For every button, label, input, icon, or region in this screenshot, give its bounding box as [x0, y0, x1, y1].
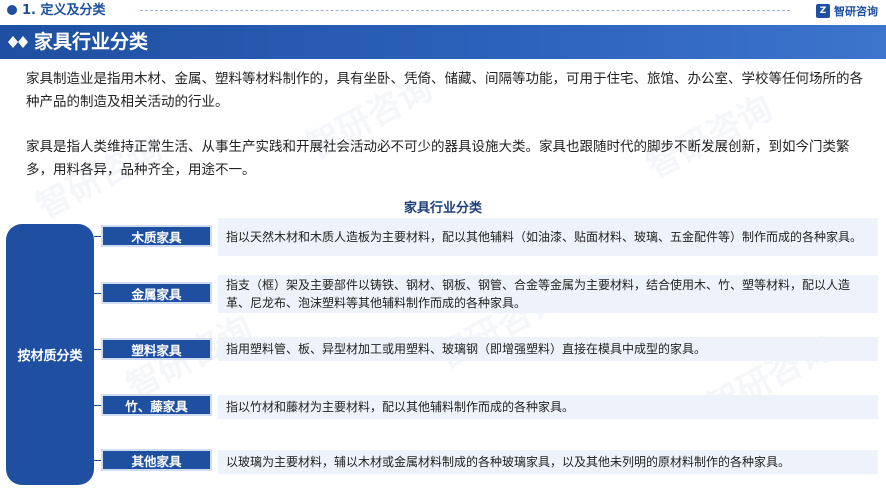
description-text: 指支（框）架及主要部件以铸铁、钢材、钢板、钢管、合金等金属为主要材料，结合使用木…: [226, 278, 851, 310]
brand-logo: Z 智研咨询: [816, 3, 878, 19]
title-banner: 家具行业分类: [0, 25, 886, 59]
section-dot-icon: [7, 5, 17, 15]
intro-paragraph-1: 家具制造业是指用木材、金属、塑料等材料制作的，具有坐卧、凭倚、储藏、间隔等功能，…: [26, 71, 863, 110]
brand-logo-text: 智研咨询: [834, 5, 878, 18]
top-header: 1. 定义及分类 Z 智研咨询: [0, 0, 886, 22]
category-metal: 金属家具: [101, 282, 212, 304]
category-description-plastic: 指用塑料管、板、异型材加工或用塑料、玻璃钢（即增强塑料）直接在模具中成型的家具。: [218, 337, 878, 361]
section-title: 1. 定义及分类: [22, 3, 106, 18]
brand-logo-mark: Z: [816, 4, 830, 18]
category-wood: 木质家具: [101, 225, 212, 247]
category-description-bamboo-rattan: 指以竹材和藤材为主要材料，配以其他辅料制作而成的各种家具。: [218, 395, 878, 419]
category-description-other: 以玻璃为主要材料，辅以木材或金属材料制成的各种玻璃家具，以及其他未列明的原材料制…: [218, 450, 878, 474]
group-box-material: 按材质分类: [6, 224, 94, 485]
description-text: 指以竹材和藤材为主要材料，配以其他辅料制作而成的各种家具。: [226, 400, 575, 414]
double-diamond-icon: [8, 36, 28, 48]
category-label: 塑料家具: [131, 342, 182, 358]
category-plastic: 塑料家具: [101, 338, 212, 360]
page-title: 家具行业分类: [34, 31, 149, 53]
description-text: 指以天然木材和木质人造板为主要材料，配以其他辅料（如油漆、贴面材料、玻璃、五金配…: [226, 230, 863, 244]
category-bamboo-rattan: 竹、藤家具: [101, 394, 212, 416]
category-description-metal: 指支（框）架及主要部件以铸铁、钢材、钢板、钢管、合金等金属为主要材料，结合使用木…: [218, 275, 878, 313]
intro-paragraph-2: 家具是指人类维持正常生活、从事生产实践和开展社会活动必不可少的器具设施大类。家具…: [26, 139, 850, 178]
category-label: 其他家具: [131, 453, 182, 469]
category-label: 木质家具: [131, 229, 182, 245]
category-label: 金属家具: [131, 286, 182, 302]
category-label: 竹、藤家具: [125, 398, 188, 414]
description-text: 以玻璃为主要材料，辅以木材或金属材料制成的各种玻璃家具，以及其他未列明的原材料制…: [226, 455, 791, 469]
group-label: 按材质分类: [17, 349, 83, 364]
category-other: 其他家具: [101, 449, 212, 471]
category-description-wood: 指以天然木材和木质人造板为主要材料，配以其他辅料（如油漆、贴面材料、玻璃、五金配…: [218, 218, 878, 256]
description-text: 指用塑料管、板、异型材加工或用塑料、玻璃钢（即增强塑料）直接在模具中成型的家具。: [226, 342, 707, 356]
classification-title: 家具行业分类: [403, 201, 482, 216]
header-divider: [140, 10, 790, 12]
